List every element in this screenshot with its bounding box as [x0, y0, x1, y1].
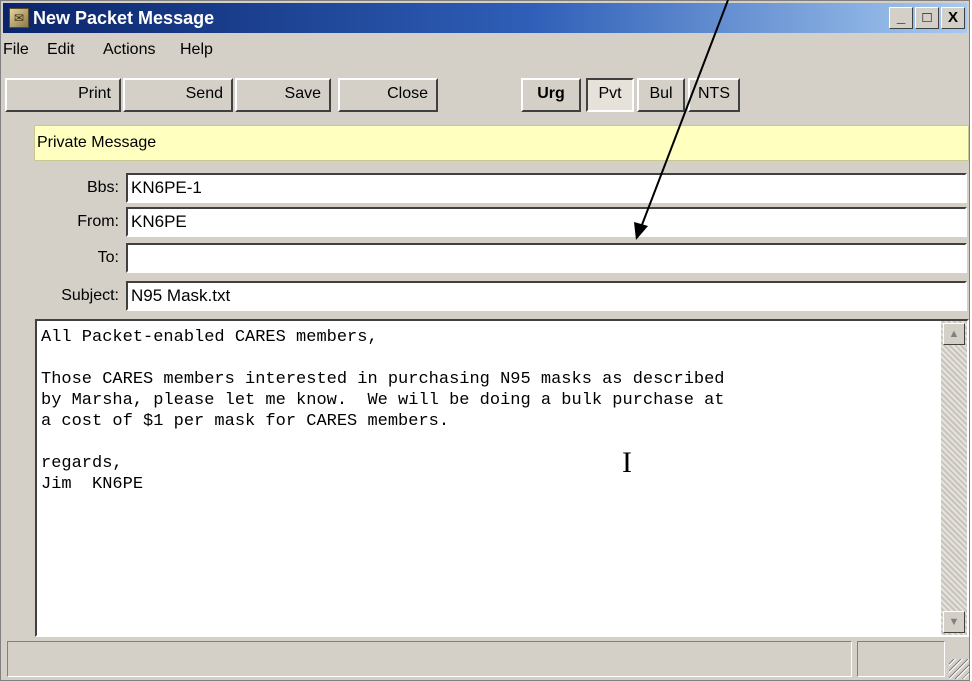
scroll-up-icon[interactable]: ▲ [943, 323, 965, 345]
menu-file[interactable]: File [3, 40, 29, 60]
menu-edit[interactable]: Edit [47, 40, 75, 60]
minimize-button[interactable]: _ [889, 7, 913, 29]
message-type-banner: Private Message [34, 125, 969, 161]
menu-help[interactable]: Help [180, 40, 213, 60]
print-button[interactable]: Print [5, 78, 121, 112]
message-window: ✉ New Packet Message _ □ X File Edit Act… [0, 0, 970, 681]
message-body[interactable]: All Packet-enabled CARES members, Those … [35, 319, 969, 637]
message-body-text[interactable]: All Packet-enabled CARES members, Those … [41, 327, 939, 495]
menu-actions[interactable]: Actions [103, 40, 155, 60]
save-button[interactable]: Save [235, 78, 331, 112]
subject-field[interactable]: N95 Mask.txt [126, 281, 967, 311]
title-bar[interactable]: ✉ New Packet Message _ □ X [3, 3, 967, 33]
from-label: From: [77, 213, 119, 230]
resize-grip-icon[interactable] [949, 659, 969, 679]
maximize-button[interactable]: □ [915, 7, 939, 29]
bbs-field[interactable]: KN6PE-1 [126, 173, 967, 203]
bulletin-toggle[interactable]: Bul [637, 78, 685, 112]
menu-bar: File Edit Actions Help [3, 36, 967, 64]
status-bar [7, 641, 969, 679]
to-field[interactable] [126, 243, 967, 273]
status-panel-main [7, 641, 852, 677]
bbs-label: Bbs: [86, 179, 119, 196]
scroll-down-icon[interactable]: ▼ [943, 611, 965, 633]
window-title: New Packet Message [33, 8, 215, 28]
nts-toggle[interactable]: NTS [688, 78, 740, 112]
status-panel-secondary [857, 641, 945, 677]
send-button[interactable]: Send [123, 78, 233, 112]
to-label: To: [97, 249, 119, 266]
private-toggle[interactable]: Pvt [586, 78, 634, 112]
vertical-scrollbar[interactable]: ▲ ▼ [941, 321, 967, 635]
close-window-button[interactable]: X [941, 7, 965, 29]
app-icon[interactable]: ✉ [9, 8, 29, 28]
subject-label: Subject: [61, 287, 119, 304]
from-field[interactable]: KN6PE [126, 207, 967, 237]
text-cursor-icon: I [622, 446, 632, 479]
close-button[interactable]: Close [338, 78, 438, 112]
toolbar: Print Send Save Close Urg Pvt Bul NTS [3, 72, 967, 116]
urgent-toggle[interactable]: Urg [521, 78, 581, 112]
